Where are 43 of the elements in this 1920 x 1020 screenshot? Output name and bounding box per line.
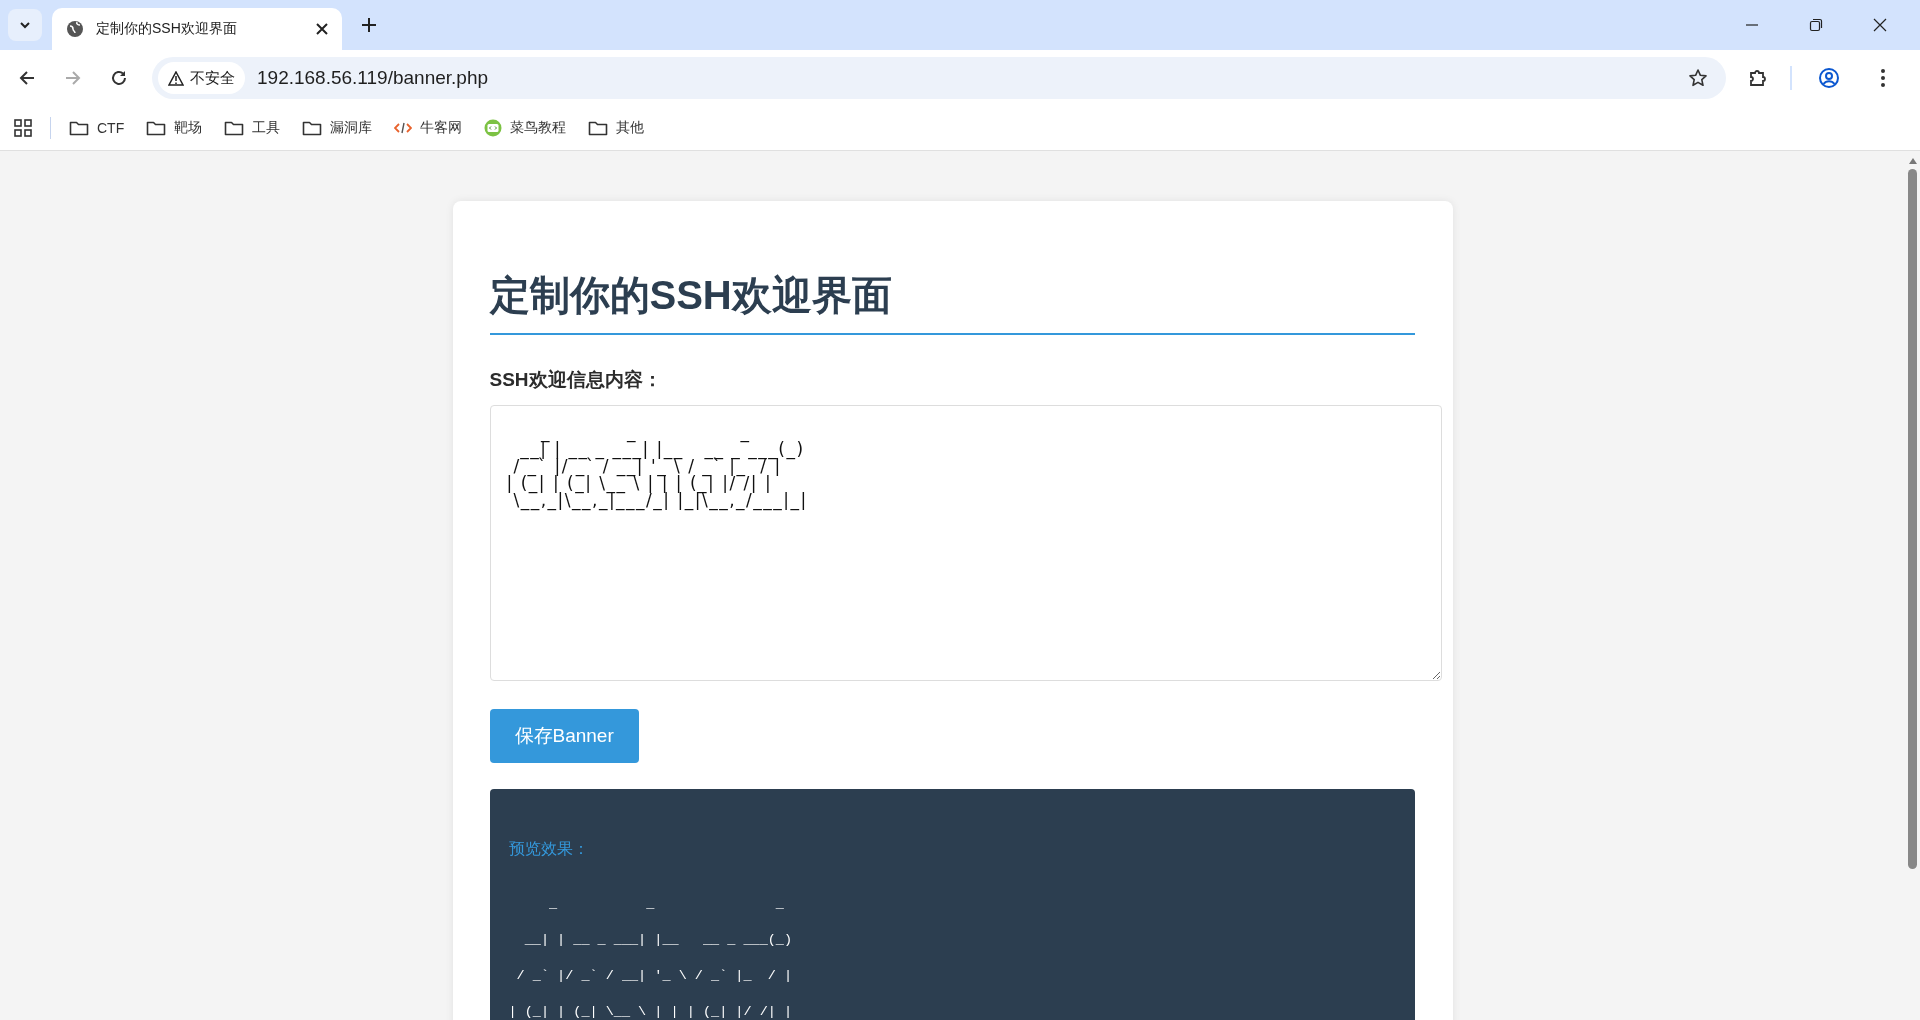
menu-icon[interactable] [1880,68,1886,88]
puzzle-icon[interactable] [1748,68,1768,88]
close-tab-icon[interactable] [316,23,328,35]
security-chip[interactable]: 不安全 [158,62,245,94]
url-text: 192.168.56.119/banner.php [257,67,489,89]
bookmark-item[interactable]: 其他 [588,119,645,137]
tab-list-button[interactable] [8,9,42,41]
bookmark-item[interactable]: 菜鸟教程 [484,119,567,137]
banner-line: | (_| | (_| \__ \ | | | (_| |/ /| | [508,1003,794,1020]
star-icon[interactable] [1688,68,1708,88]
folder-icon [146,120,167,136]
banner-field[interactable]: _ _ _ __| | __ _ ___| |__ __ _ ___(_) / _` |/ _` / __| '_ \ / _` |_ / | | (_| | (_| \__ \ | | | (_| |/ /| | \__,_|\__,_|___/_| |_|\__,_/___|_| [489,405,1442,681]
bookmark-item[interactable]: 工具 [224,119,281,137]
folder-icon [224,120,245,136]
bookmark-item[interactable]: 靶场 [146,119,203,137]
back-icon[interactable] [18,69,36,87]
banner-line: __| | __ _ ___| |__ __ _ ___(_) [523,931,794,949]
reload-icon[interactable] [110,69,128,87]
browser-tab[interactable]: 定制你的SSH欢迎界面 [52,8,342,50]
warning-icon [168,70,184,86]
bookmark-item[interactable]: 牛客网 [394,119,463,137]
banner-line: _ _ _ [548,895,785,913]
code-icon [394,120,413,136]
apps-icon[interactable] [14,119,32,137]
new-tab-icon[interactable] [362,18,376,32]
bookmark-item[interactable]: 漏洞库 [302,119,373,137]
restore-icon[interactable] [1809,18,1823,32]
folder-icon [302,120,323,136]
field-label: SSH欢迎信息内容： [489,368,662,392]
globe-icon [66,20,84,38]
scroll-up-icon[interactable] [1907,157,1918,165]
folder-icon [69,120,89,136]
security-label: 不安全 [190,68,235,88]
page-heading: 定制你的SSH欢迎界面 [489,272,892,319]
folder-icon [588,120,609,136]
banner-line: / _` |/ _` / __| '_ \ / _` |_ / | [515,967,794,985]
address-bar[interactable]: 不安全 192.168.56.119/banner.php [152,57,1726,99]
tab-title: 定制你的SSH欢迎界面 [96,20,238,38]
preview-label: 预览效果： [508,839,590,859]
bookmark-item[interactable]: CTF [69,120,125,136]
profile-icon[interactable] [1818,67,1840,89]
close-icon[interactable] [1873,18,1887,32]
code-badge-icon [484,119,503,137]
